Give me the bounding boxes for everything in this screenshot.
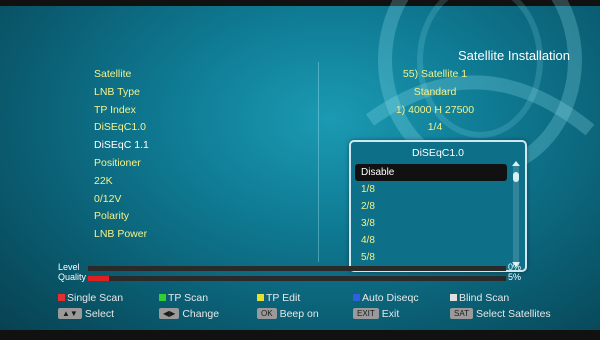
popup-option-3-8[interactable]: 3/8 (355, 215, 507, 232)
settings-menu: Satellite LNB Type TP Index DiSEqC1.0 Di… (94, 66, 344, 244)
scroll-up-icon (512, 161, 520, 166)
single-scan-hint[interactable]: Single Scan (58, 292, 123, 304)
blue-key-icon (353, 294, 360, 301)
tp-edit-label: TP Edit (266, 292, 301, 304)
diseqc-popup: DiSEqC1.0 Disable 1/8 2/8 3/8 4/8 5/8 (349, 140, 527, 272)
exit-label: Exit (381, 308, 400, 320)
satellite-value: 55) Satellite 1 (402, 68, 468, 80)
single-scan-label: Single Scan (67, 292, 124, 304)
green-key-icon (159, 294, 166, 301)
tp-index-value: 1) 4000 H 27500 (395, 103, 475, 116)
red-key-icon (58, 294, 65, 301)
menu-item-22k[interactable]: 22K (94, 173, 344, 191)
menu-item-lnb-type[interactable]: LNB Type (94, 84, 344, 102)
popup-options-list: Disable 1/8 2/8 3/8 4/8 5/8 (355, 164, 507, 266)
settings-values: 55) Satellite 1 Standard 1) 4000 H 27500… (370, 66, 500, 137)
popup-option-2-8[interactable]: 2/8 (355, 198, 507, 215)
menu-item-0-12v[interactable]: 0/12V (94, 191, 344, 209)
updown-key-icon: ▲▼ (58, 308, 82, 319)
popup-scrollbar[interactable] (512, 161, 520, 267)
menu-item-satellite[interactable]: Satellite (94, 66, 344, 84)
scroll-thumb[interactable] (513, 172, 519, 182)
white-key-icon (450, 294, 457, 301)
exit-hint[interactable]: EXIT Exit (353, 308, 399, 320)
menu-item-diseqc10[interactable]: DiSEqC1.0 (94, 119, 344, 137)
quality-meter (88, 276, 506, 281)
popup-option-disable[interactable]: Disable (355, 164, 507, 181)
auto-diseqc-hint[interactable]: Auto Diseqc (353, 292, 419, 304)
quality-meter-fill (88, 276, 109, 281)
top-border (0, 0, 600, 6)
help-bar: Single Scan TP Scan TP Edit Auto Diseqc … (0, 284, 600, 330)
tp-scan-label: TP Scan (168, 292, 209, 304)
popup-option-5-8[interactable]: 5/8 (355, 249, 507, 266)
beep-label: Beep on (279, 308, 319, 320)
exit-key-icon: EXIT (353, 308, 379, 319)
diseqc10-value: 1/4 (427, 121, 443, 134)
yellow-key-icon (257, 294, 264, 301)
menu-item-lnb-power[interactable]: LNB Power (94, 226, 344, 244)
select-label: Select (84, 308, 115, 320)
select-satellites-label: Select Satellites (475, 308, 551, 320)
popup-title: DiSEqC1.0 (412, 147, 464, 159)
tp-edit-hint[interactable]: TP Edit (257, 292, 300, 304)
menu-item-tp-index[interactable]: TP Index (94, 102, 344, 120)
change-label: Change (182, 308, 220, 320)
leftright-key-icon: ◀▶ (159, 308, 180, 319)
change-hint: ◀▶ Change (159, 308, 219, 320)
menu-item-polarity[interactable]: Polarity (94, 208, 344, 226)
ok-key-icon: OK (257, 308, 277, 319)
level-label: Level (58, 262, 80, 272)
select-hint: ▲▼ Select (58, 308, 114, 320)
menu-item-diseqc11[interactable]: DiSEqC 1.1 (94, 137, 344, 155)
quality-label: Quality (58, 272, 87, 282)
popup-option-4-8[interactable]: 4/8 (355, 232, 507, 249)
tp-scan-hint[interactable]: TP Scan (159, 292, 208, 304)
level-percent: 0% (508, 262, 522, 272)
popup-option-1-8[interactable]: 1/8 (355, 181, 507, 198)
lnb-type-value: Standard (413, 85, 457, 98)
beep-hint: OK Beep on (257, 308, 319, 320)
quality-percent: 5% (508, 272, 522, 282)
sat-key-icon: SAT (450, 308, 473, 319)
satellite-installation-screen: Satellite Installation Satellite LNB Typ… (0, 0, 600, 340)
menu-item-positioner[interactable]: Positioner (94, 155, 344, 173)
bottom-border (0, 330, 600, 340)
page-title: Satellite Installation (458, 48, 571, 63)
blind-scan-label: Blind Scan (459, 292, 510, 304)
level-meter (88, 266, 506, 271)
select-satellites-hint[interactable]: SAT Select Satellites (450, 308, 551, 320)
auto-diseqc-label: Auto Diseqc (362, 292, 419, 304)
blind-scan-hint[interactable]: Blind Scan (450, 292, 509, 304)
